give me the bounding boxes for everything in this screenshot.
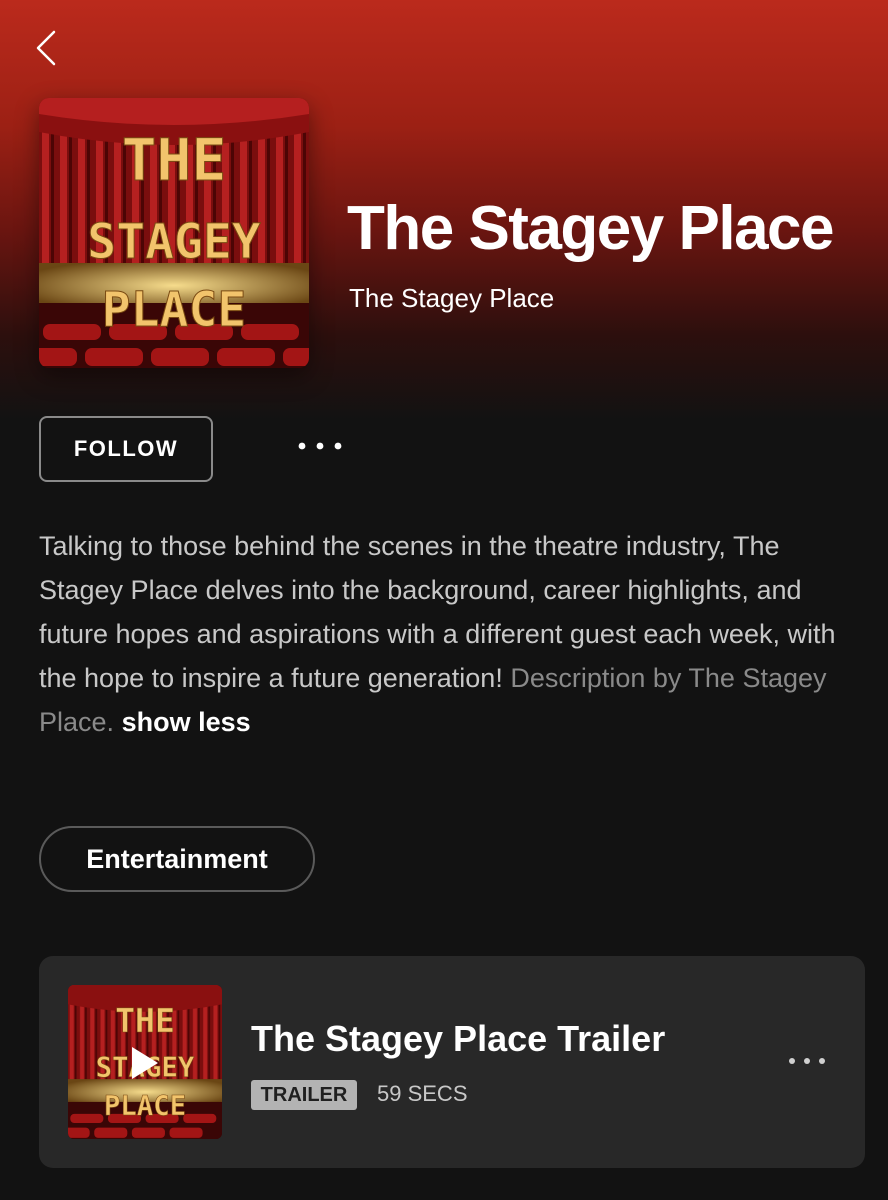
category-chip[interactable]: Entertainment [39, 826, 315, 892]
trailer-episode-card[interactable]: THE STAGEY PLACE The Stagey Place Traile… [39, 956, 865, 1168]
podcast-cover-art: THE STAGEY PLACE [39, 98, 309, 368]
more-horizontal-icon[interactable] [296, 440, 344, 452]
podcast-title: The Stagey Place [347, 194, 835, 263]
podcast-description: Talking to those behind the scenes in th… [39, 524, 859, 744]
cover-text-place: PLACE [102, 282, 247, 338]
episode-title[interactable]: The Stagey Place Trailer [251, 1018, 665, 1060]
show-less-link[interactable]: show less [122, 707, 251, 737]
play-icon[interactable] [130, 1045, 160, 1081]
episode-cover-text-the: THE [115, 1001, 175, 1040]
episode-cover-text-place: PLACE [104, 1091, 186, 1122]
episode-duration: 59 SECS [377, 1081, 468, 1106]
chevron-left-icon[interactable] [30, 26, 66, 70]
episode-cover-art: THE STAGEY PLACE [68, 985, 222, 1139]
cover-text-stagey: STAGEY [87, 214, 260, 270]
more-horizontal-icon[interactable] [787, 1056, 827, 1066]
trailer-badge: TRAILER [251, 1080, 357, 1110]
follow-button[interactable]: FOLLOW [39, 416, 213, 482]
podcast-author[interactable]: The Stagey Place [349, 283, 554, 314]
cover-text-the: THE [122, 126, 227, 194]
